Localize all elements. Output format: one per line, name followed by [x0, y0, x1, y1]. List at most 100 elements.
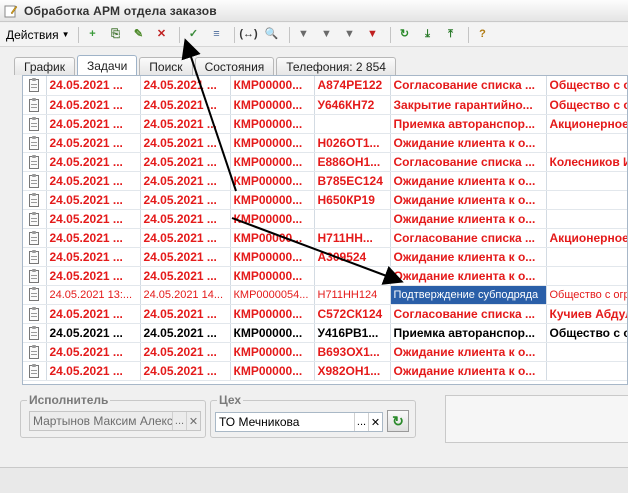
table-row[interactable]: 24.05.2021 ... 24.05.2021 ... КМР00000... Е… — [23, 152, 627, 172]
cell-c4[interactable]: У646КН72 — [314, 95, 391, 115]
executor-field[interactable]: Мартынов Максим Алексан ... ✕ — [29, 411, 201, 431]
cell-c2[interactable]: 24.05.2021 ... — [140, 133, 231, 153]
cell-c6[interactable] — [546, 190, 627, 210]
cell-c1[interactable]: 24.05.2021 ... — [46, 114, 141, 134]
cell-c5[interactable]: Ожидание клиента к о... — [390, 190, 547, 210]
cell-c4[interactable]: Н711НН... — [314, 228, 391, 248]
cell-c5[interactable]: Ожидание клиента к о... — [390, 133, 547, 153]
table-row[interactable]: 24.05.2021 ... 24.05.2021 ... КМР00000... Н… — [23, 133, 627, 153]
delete-button[interactable]: ✕ — [152, 25, 172, 45]
table-row[interactable]: 24.05.2021 ... 24.05.2021 ... КМР00000... Н… — [23, 228, 627, 248]
cell-c1[interactable]: 24.05.2021 ... — [46, 190, 141, 210]
cell-c5[interactable]: Ожидание клиента к о... — [390, 247, 547, 267]
table-row[interactable]: 24.05.2021 ... 24.05.2021 ... КМР00000... Н… — [23, 190, 627, 210]
cell-c4[interactable] — [314, 266, 391, 286]
tab-3[interactable]: Состояния — [194, 57, 275, 75]
filter-table-button[interactable]: ▼ — [294, 25, 314, 45]
actions-menu-button[interactable]: Действия ▼ — [4, 25, 74, 45]
table-row[interactable]: 24.05.2021 ... 24.05.2021 ... КМР00000... О… — [23, 209, 627, 229]
cell-c2[interactable]: 24.05.2021 ... — [140, 209, 231, 229]
cell-c6[interactable] — [546, 133, 627, 153]
tab-1[interactable]: Задачи — [77, 55, 138, 75]
shop-clear-button[interactable]: ✕ — [368, 413, 382, 431]
cell-c6[interactable]: Акционерное — [546, 228, 627, 248]
refresh-button[interactable]: ↻ — [395, 25, 415, 45]
doc-check-button[interactable]: ✓ — [184, 25, 204, 45]
add-circle-button[interactable]: + — [83, 25, 103, 45]
tab-2[interactable]: Поиск — [139, 57, 193, 75]
cell-c3[interactable]: КМР00000... — [230, 133, 315, 153]
cell-c1[interactable]: 24.05.2021 ... — [46, 171, 141, 191]
arrows-lr-button[interactable]: (↔) — [239, 25, 259, 45]
cell-c1[interactable]: 24.05.2021 13:... — [46, 285, 141, 305]
cell-c3[interactable]: КМР00000... — [230, 95, 315, 115]
cell-c1[interactable]: 24.05.2021 ... — [46, 266, 141, 286]
cell-c1[interactable]: 24.05.2021 ... — [46, 361, 141, 381]
cell-c6[interactable]: Общество с о — [546, 323, 627, 343]
cell-c3[interactable]: КМР00000... — [230, 323, 315, 343]
cell-c6[interactable]: Общество с огр — [546, 285, 627, 305]
table-row[interactable]: 24.05.2021 ... 24.05.2021 ... КМР00000... У… — [23, 95, 627, 115]
tasks-table[interactable]: 24.05.2021 ... 24.05.2021 ... КМР00000... А… — [22, 75, 628, 385]
cell-c5[interactable]: Согласование списка ... — [390, 228, 547, 248]
cell-c3[interactable]: КМР00000... — [230, 247, 315, 267]
copy-doc-button[interactable]: ⎘ — [106, 25, 126, 45]
cell-c3[interactable]: КМР00000... — [230, 114, 315, 134]
table-row[interactable]: 24.05.2021 ... 24.05.2021 ... КМР00000... Х… — [23, 361, 627, 381]
cell-c4[interactable]: А874РЕ122 — [314, 76, 391, 96]
cell-c4[interactable]: В785ЕС124 — [314, 171, 391, 191]
cell-c3[interactable]: КМР00000... — [230, 190, 315, 210]
cell-c1[interactable]: 24.05.2021 ... — [46, 133, 141, 153]
cell-c2[interactable]: 24.05.2021 ... — [140, 190, 231, 210]
executor-select-button[interactable]: ... — [172, 412, 186, 430]
cell-c5[interactable]: Ожидание клиента к о... — [390, 171, 547, 191]
cell-c2[interactable]: 24.05.2021 ... — [140, 323, 231, 343]
filter-dropdown-button[interactable]: ▼ — [340, 25, 360, 45]
cell-c6[interactable] — [546, 171, 627, 191]
cell-c2[interactable]: 24.05.2021 ... — [140, 171, 231, 191]
table-row[interactable]: 24.05.2021 ... 24.05.2021 ... КМР00000... В… — [23, 171, 627, 191]
cell-c2[interactable]: 24.05.2021 ... — [140, 266, 231, 286]
cell-c3[interactable]: КМР00000... — [230, 209, 315, 229]
cell-c1[interactable]: 24.05.2021 ... — [46, 323, 141, 343]
filter-clear-button[interactable]: ▼ — [363, 25, 383, 45]
cell-c1[interactable]: 24.05.2021 ... — [46, 247, 141, 267]
cell-c5[interactable]: Согласование списка ... — [390, 304, 547, 324]
cell-c3[interactable]: КМР00000... — [230, 266, 315, 286]
export-up-button[interactable]: ⤒ — [441, 25, 461, 45]
cell-c2[interactable]: 24.05.2021 ... — [140, 361, 231, 381]
table-row[interactable]: 24.05.2021 13:... 24.05.2021 14... КМР0000… — [23, 285, 627, 305]
cell-c4[interactable]: В693ОХ1... — [314, 342, 391, 362]
cell-c5[interactable]: Согласование списка ... — [390, 76, 547, 96]
cell-c5[interactable]: Приемка авторанспор... — [390, 114, 547, 134]
cell-c6[interactable]: Акционерное — [546, 114, 627, 134]
cell-c5[interactable]: Приемка авторанспор... — [390, 323, 547, 343]
cell-c4[interactable]: Е886ОН1... — [314, 152, 391, 172]
table-row[interactable]: 24.05.2021 ... 24.05.2021 ... КМР00000... А… — [23, 247, 627, 267]
table-row[interactable]: 24.05.2021 ... 24.05.2021 ... КМР00000... В… — [23, 342, 627, 362]
cell-c1[interactable]: 24.05.2021 ... — [46, 342, 141, 362]
cell-c2[interactable]: 24.05.2021 ... — [140, 247, 231, 267]
tab-0[interactable]: График — [14, 57, 75, 75]
cell-c3[interactable]: КМР00000... — [230, 152, 315, 172]
cell-c3[interactable]: КМР00000... — [230, 76, 315, 96]
cell-c6[interactable] — [546, 266, 627, 286]
cell-c6[interactable] — [546, 247, 627, 267]
cell-c1[interactable]: 24.05.2021 ... — [46, 152, 141, 172]
refresh-shop-button[interactable]: ↻ — [387, 410, 409, 432]
table-row[interactable]: 24.05.2021 ... 24.05.2021 ... КМР00000... А… — [23, 76, 627, 96]
cell-c3[interactable]: КМР00000... — [230, 361, 315, 381]
cell-c3[interactable]: КМР00000... — [230, 171, 315, 191]
table-row[interactable]: 24.05.2021 ... 24.05.2021 ... КМР00000... С… — [23, 304, 627, 324]
filter-button[interactable]: ▼ — [317, 25, 337, 45]
cell-c3[interactable]: КМР00000... — [230, 228, 315, 248]
cell-c1[interactable]: 24.05.2021 ... — [46, 76, 141, 96]
cell-c4[interactable] — [314, 209, 391, 229]
table-row[interactable]: 24.05.2021 ... 24.05.2021 ... КМР00000... У… — [23, 323, 627, 343]
cell-c3[interactable]: КМР0000054... — [230, 285, 315, 305]
cell-c2[interactable]: 24.05.2021 14... — [140, 285, 231, 305]
tab-4[interactable]: Телефония: 2 854 — [276, 57, 396, 75]
cell-c5[interactable]: Ожидание клиента к о... — [390, 266, 547, 286]
cell-c1[interactable]: 24.05.2021 ... — [46, 228, 141, 248]
cell-c2[interactable]: 24.05.2021 ... — [140, 342, 231, 362]
